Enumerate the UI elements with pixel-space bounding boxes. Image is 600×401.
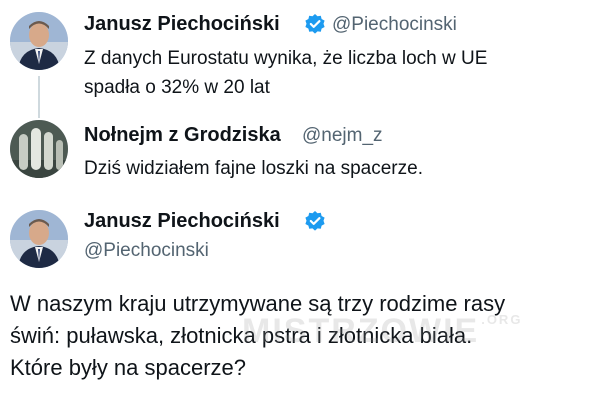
tweet-2-handle[interactable]: @nejm_z: [302, 125, 383, 147]
tweet-1-handle[interactable]: @Piechocinski: [332, 14, 457, 36]
tweet-2-author-name[interactable]: Nołnejm z Grodziska: [84, 124, 281, 147]
avatar-portrait-icon: [10, 12, 68, 70]
main-tweet-text-line-3: Które były na spacerze?: [10, 355, 247, 380]
tweet-2-text-line-1: Dziś widziałem fajne loszki na spacerze.: [84, 158, 423, 179]
avatar-portrait-icon: [10, 210, 68, 268]
tweet-1-text-line-1: Z danych Eurostatu wynika, że liczba loc…: [84, 48, 488, 69]
watermark-text: MISTRZOWIE: [242, 312, 480, 350]
tweet-1-text-line-2: spadła o 32% w 20 lat: [84, 77, 270, 98]
watermark-suffix: .ORG: [481, 312, 523, 327]
avatar-cactus-icon: [10, 120, 68, 178]
avatar-nejm-z[interactable]: [10, 120, 68, 178]
main-tweet-author-name[interactable]: Janusz Piechociński: [84, 210, 280, 233]
main-tweet-handle[interactable]: @Piechocinski: [84, 240, 209, 262]
thread-line: [38, 76, 40, 118]
avatar-piechocinski-main[interactable]: [10, 210, 68, 268]
tweet-1-author-name[interactable]: Janusz Piechociński: [84, 13, 280, 36]
verified-badge-icon: [305, 14, 325, 34]
avatar-piechocinski[interactable]: [10, 12, 68, 70]
verified-badge-icon: [305, 211, 325, 231]
watermark: MISTRZOWIE .ORG: [242, 312, 522, 351]
